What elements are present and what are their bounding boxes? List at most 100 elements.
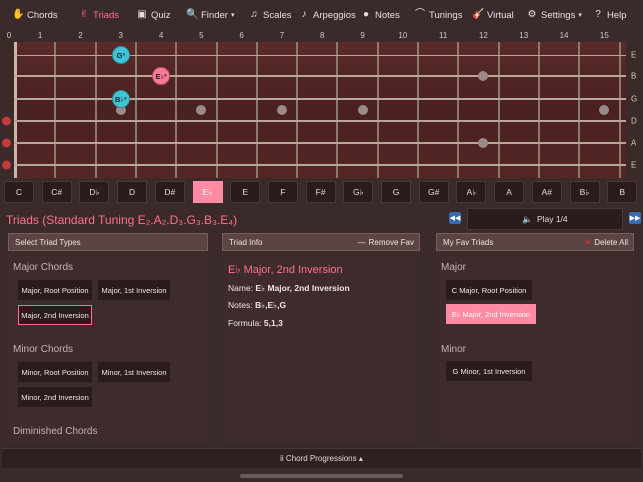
minor-1st-inversion-button[interactable]: Minor, 1st Inversion (98, 362, 170, 382)
guitar-string (14, 120, 626, 122)
minor-root-button[interactable]: Minor, Root Position (18, 362, 92, 382)
close-icon: ✕ (584, 237, 592, 247)
guitar-string (14, 54, 626, 56)
triad-formula-line: Formula: 5,1,3 (228, 318, 283, 328)
fret-number: 4 (158, 31, 164, 40)
notes-label: Notes: (228, 300, 253, 310)
note-button[interactable]: F (267, 181, 298, 203)
fret-wire (618, 42, 621, 178)
nav-label: Arpeggios (313, 9, 356, 21)
nav-scales[interactable]: ♫ Scales (248, 0, 292, 30)
mute-string-icon[interactable] (2, 116, 11, 126)
major-chords-label: Major Chords (13, 262, 74, 273)
nav-triads[interactable]: ✌ Triads (78, 0, 119, 30)
fret-number: 11 (438, 31, 448, 40)
notes-icon: ● (362, 9, 370, 20)
magnifier-icon: 🔍 (186, 9, 199, 20)
note-button[interactable]: D (117, 181, 148, 203)
note-button[interactable]: G# (418, 181, 449, 203)
play-label: Play 1/4 (536, 214, 568, 224)
triad-info-panel: Triad Info — Remove Fav E♭ Major, 2nd In… (222, 233, 420, 443)
fav-g-minor-1st[interactable]: G Minor, 1st Inversion (446, 361, 532, 381)
fret-inlay (478, 71, 489, 81)
note-button[interactable]: B♭ (569, 181, 600, 203)
note-button[interactable]: G (381, 181, 411, 203)
minus-icon: — (357, 237, 366, 247)
formula-value: 5,1,3 (263, 318, 283, 328)
note-button[interactable]: F# (305, 181, 336, 203)
chord-progressions-bar[interactable]: ii Chord Progressions ▴ (2, 448, 641, 468)
note-button[interactable]: D# (154, 181, 185, 203)
nut (14, 42, 17, 178)
fret-note-marker[interactable]: G³ (111, 46, 130, 64)
fret-number: 0 (6, 31, 12, 40)
fret-number: 5 (199, 31, 204, 40)
fret-wire (376, 42, 379, 178)
top-nav: ✋ Chords ✌ Triads ▣ Quiz 🔍 Finder ▾ ♫ Scales ♪ Arpeg… (0, 0, 643, 30)
chord-progressions-label: ii Chord Progressions ▴ (280, 454, 363, 463)
fretboard[interactable]: G³ E♭³ B♭³ (14, 42, 626, 178)
diminished-chords-label: Diminished Chords (13, 426, 98, 437)
home-indicator[interactable] (240, 474, 403, 478)
string-name: B (631, 71, 637, 81)
note-button[interactable]: B (607, 181, 638, 203)
fret-number: 7 (279, 31, 285, 40)
fav-eb-major-2nd[interactable]: E♭ Major, 2nd Inversion (446, 304, 536, 324)
nav-arpeggios[interactable]: ♪ Arpeggios (298, 0, 356, 30)
note-button[interactable]: A♭ (456, 181, 487, 203)
fret-inlay (478, 138, 489, 148)
nav-notes[interactable]: ● Notes (360, 0, 400, 30)
nav-help[interactable]: ? Help (592, 0, 626, 30)
delete-all-label: Delete All (594, 237, 628, 247)
rewind-icon[interactable]: ◀◀ (449, 212, 461, 224)
guitar-string (14, 163, 626, 167)
formula-label: Formula: (228, 318, 262, 328)
nav-finder[interactable]: 🔍 Finder ▾ (186, 0, 234, 30)
major-root-button[interactable]: Major, Root Position (18, 280, 92, 300)
note-button[interactable]: C (4, 181, 34, 203)
note-button[interactable]: E♭ (192, 181, 223, 203)
note-button[interactable]: C# (41, 181, 72, 203)
note-selector: C C# D♭ D D# E♭ E F F# G♭ G G# A♭ A A# B♭ B (0, 181, 643, 205)
fret-number: 9 (360, 31, 365, 40)
nav-tunings[interactable]: ⌒ Tunings (414, 0, 462, 30)
fret-wire (215, 42, 218, 178)
note-button[interactable]: A (494, 181, 525, 203)
major-1st-inversion-button[interactable]: Major, 1st Inversion (98, 280, 170, 300)
nav-label: Chords (27, 9, 58, 21)
note-button[interactable]: D♭ (79, 181, 110, 203)
mute-string-icon[interactable] (2, 138, 11, 148)
nav-chords[interactable]: ✋ Chords (12, 0, 58, 30)
nav-settings[interactable]: ⚙ Settings ▾ (526, 0, 582, 30)
fret-note-marker[interactable]: B♭³ (111, 90, 130, 108)
nav-quiz[interactable]: ▣ Quiz (136, 0, 170, 30)
fret-note-marker[interactable]: E♭³ (152, 67, 171, 85)
fret-inlay (599, 105, 610, 115)
hand-icon: ✋ (12, 9, 25, 20)
mute-string-icon[interactable] (2, 160, 11, 170)
minor-chords-label: Minor Chords (13, 344, 74, 355)
major-2nd-inversion-button[interactable]: Major, 2nd Inversion (18, 305, 92, 325)
note-button[interactable]: G♭ (343, 181, 374, 203)
nav-virtual[interactable]: 🎸 Virtual (472, 0, 514, 30)
triad-types-header: Select Triad Types (8, 233, 208, 251)
fret-number: 3 (118, 31, 123, 40)
string-name: A (631, 138, 637, 148)
minor-2nd-inversion-button[interactable]: Minor, 2nd Inversion (18, 387, 92, 407)
triad-notes-line: Notes: B♭,E♭,G (228, 300, 286, 311)
note-button[interactable]: E (230, 181, 261, 203)
fret-number: 12 (478, 31, 488, 40)
remove-fav-button[interactable]: — Remove Fav (358, 234, 414, 250)
delete-all-button[interactable]: ✕ Delete All (585, 234, 629, 250)
fav-c-major-root[interactable]: C Major, Root Position (446, 280, 532, 300)
name-value: E♭ Major, 2nd Inversion (255, 283, 350, 293)
page-title: Triads (Standard Tuning E₂.A₂.D₃.G₃.B₃.E… (6, 213, 238, 227)
nav-label: Scales (263, 9, 292, 21)
fav-triads-panel: My Fav Triads ✕ Delete All Major C Major… (436, 233, 634, 443)
fret-wire (578, 42, 581, 178)
fast-forward-icon[interactable]: ▶▶ (629, 212, 641, 224)
play-button[interactable]: 🔈 Play 1/4 (467, 208, 623, 230)
nav-label: Settings (541, 9, 576, 21)
fret-inlay (196, 105, 207, 115)
note-button[interactable]: A# (531, 181, 562, 203)
